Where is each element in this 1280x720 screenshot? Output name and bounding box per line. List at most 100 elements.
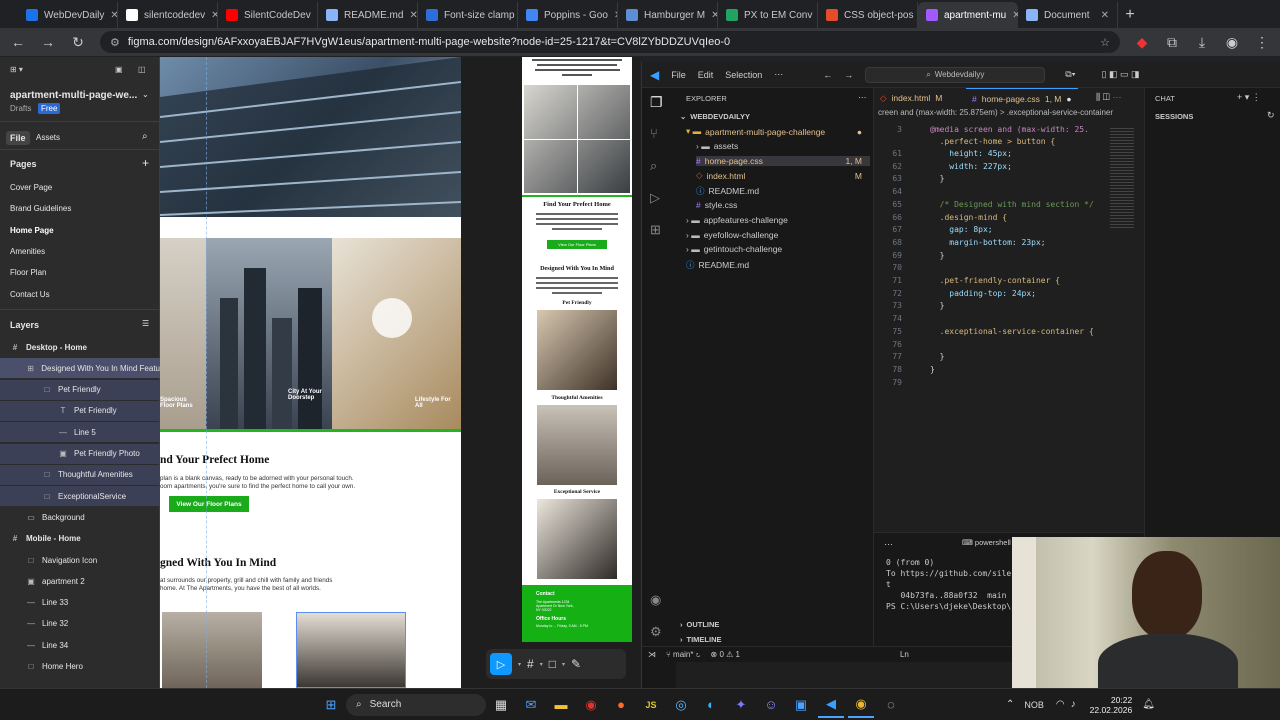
bookmark-star-icon[interactable]: ☆ <box>1100 36 1110 49</box>
browser-tab[interactable]: WebDevDaily✕ <box>18 2 118 28</box>
frame-tool-icon[interactable]: # <box>527 657 534 671</box>
add-page-icon[interactable]: + <box>142 156 149 170</box>
layout-icon[interactable]: ▣ <box>115 65 123 74</box>
file-explorer-icon[interactable]: ▬ <box>548 692 574 718</box>
tree-item[interactable]: ◇index.htmlM <box>696 170 870 181</box>
tree-item[interactable]: › ▬eyefollow-challenge <box>686 230 870 240</box>
nav-forward-icon[interactable]: → <box>844 70 853 80</box>
mobile-floor-button[interactable]: View Our Floor Plans <box>547 240 607 249</box>
browser-tab[interactable]: Hamburger M✕ <box>618 2 718 28</box>
extension-icon[interactable]: ◆ <box>1134 34 1150 51</box>
layer-item[interactable]: □ExceptionalService <box>0 486 160 506</box>
input-language[interactable]: NOB <box>1024 700 1044 710</box>
close-icon[interactable]: ✕ <box>711 10 718 21</box>
chat-title[interactable]: CHAT <box>1155 94 1175 103</box>
unsaved-dot-icon[interactable]: ● <box>1066 94 1071 104</box>
code-line[interactable]: 79 <box>874 377 930 389</box>
code-line[interactable]: 78} <box>874 364 935 376</box>
code-line[interactable]: 69 } <box>874 250 944 262</box>
browser-tab[interactable]: silentcodedev✕ <box>118 2 218 28</box>
code-line[interactable]: 62 width: 227px; <box>874 161 1012 173</box>
page-item[interactable]: Amenities <box>10 247 45 256</box>
code-line[interactable]: 75 .exceptional-service-container { <box>874 326 1094 338</box>
task-view-icon[interactable]: ▦ <box>488 692 514 718</box>
extensions-puzzle-icon[interactable]: ⧉ <box>1164 34 1180 51</box>
code-editor[interactable]: ◇ index.html M # home-page.css 1, M ● ⫼ … <box>874 88 1144 568</box>
page-item[interactable]: Cover Page <box>10 183 52 192</box>
back-icon[interactable]: ← <box>10 34 26 50</box>
source-control-icon[interactable]: ⑂ <box>650 126 658 141</box>
browser-tab[interactable]: apartment-mu✕ <box>918 2 1018 28</box>
sidebar-toggle-icon[interactable]: ◫ <box>138 65 146 74</box>
page-item[interactable]: Brand Guidelines <box>10 204 71 213</box>
problems-status[interactable]: ⊗ 0 ⚠ 1 <box>711 650 740 659</box>
desktop-home-frame[interactable]: Spacious Floor Plans City At Your Doorst… <box>160 57 461 688</box>
code-line[interactable]: 61 height: 45px; <box>874 148 1012 160</box>
copilot-icon[interactable]: ⧉▾ <box>1065 69 1075 80</box>
tree-item[interactable]: › ▬appfeatures-challenge <box>686 215 870 225</box>
browser-tab[interactable]: PX to EM Conv✕ <box>718 2 818 28</box>
discord-icon[interactable]: ☺ <box>758 692 784 718</box>
chrome-icon[interactable]: ◉ <box>848 692 874 718</box>
workspace-title[interactable]: ⌄ WEBDEVDAILYY <box>680 112 750 121</box>
shape-tool-icon[interactable]: □ <box>549 657 556 671</box>
profile-avatar[interactable]: ◉ <box>1224 34 1240 51</box>
terminal-shell-label[interactable]: ⌨ powershell <box>962 538 1011 547</box>
cursor-position[interactable]: Ln <box>900 650 909 659</box>
code-line[interactable]: 65 /* Designed with mind section */ <box>874 199 1094 211</box>
run-debug-icon[interactable]: ▷ <box>650 190 660 206</box>
tree-item[interactable]: ⓘREADME.md <box>696 185 870 197</box>
close-icon[interactable]: ✕ <box>1101 10 1109 21</box>
code-line[interactable]: 74 <box>874 313 930 325</box>
code-line[interactable]: 63 } <box>874 173 944 185</box>
account-icon[interactable]: ◉ <box>650 592 661 608</box>
layer-item[interactable]: □Thoughtful Amenities <box>0 465 160 485</box>
browser-tab[interactable]: README.md✕ <box>318 2 418 28</box>
layer-item[interactable]: □Home Hero <box>0 657 160 677</box>
layer-item[interactable]: ▭Background <box>0 507 160 527</box>
layer-item[interactable]: □Pet Friendly <box>0 380 160 400</box>
browser-tab[interactable]: Poppins - Goo✕ <box>518 2 618 28</box>
teams-icon[interactable]: ✦ <box>728 692 754 718</box>
code-line[interactable]: 67 gap: 8px; <box>874 224 993 236</box>
notification-bell-icon[interactable]: 🔔︎ <box>1142 699 1155 710</box>
obs-icon[interactable]: ◌ <box>878 692 904 718</box>
drafts-label[interactable]: Drafts <box>10 104 31 113</box>
close-icon[interactable]: ✕ <box>211 10 218 21</box>
layer-item[interactable]: ⊞Designed With You In Mind Featu <box>0 358 160 378</box>
js-app-icon[interactable]: JS <box>638 692 664 718</box>
clock[interactable]: 20:22 22.02.2026 <box>1090 695 1133 715</box>
layer-item[interactable]: #Mobile - Home <box>0 529 160 549</box>
app-red-icon[interactable]: ◉ <box>578 692 604 718</box>
download-icon[interactable]: ⤓ <box>1194 34 1210 51</box>
outlook-icon[interactable]: ✉ <box>518 692 544 718</box>
browser-tab[interactable]: Document✕ <box>1018 2 1118 28</box>
menu-selection[interactable]: Selection <box>725 70 762 80</box>
close-icon[interactable]: ✕ <box>110 10 118 21</box>
chevron-down-icon[interactable]: ⌄ <box>142 90 149 99</box>
network-icon[interactable]: ◠ <box>1056 699 1065 710</box>
extensions-icon[interactable]: ⊞ <box>650 222 661 238</box>
explorer-icon[interactable]: ❐ <box>650 94 663 111</box>
tree-item[interactable]: › ▬getintouch-challenge <box>686 244 870 254</box>
layer-item[interactable]: TPet Friendly <box>0 401 160 421</box>
outline-section[interactable]: › OUTLINE <box>680 620 719 629</box>
split-editor-icon[interactable]: ⫼ ◫ ⋯ <box>1096 92 1121 103</box>
edge-icon[interactable]: ◐ <box>698 692 724 718</box>
tab-assets[interactable]: Assets <box>36 133 60 142</box>
start-icon[interactable]: ⊞ <box>318 692 344 718</box>
layout-icon[interactable]: ▯ ◧ ▭ ◨ <box>1102 69 1140 80</box>
nav-back-icon[interactable]: ← <box>823 70 832 80</box>
layer-item[interactable]: —Line 34 <box>0 635 160 655</box>
project-name[interactable]: apartment-multi-page-we... <box>10 90 137 101</box>
code-line[interactable]: 76 <box>874 339 930 351</box>
timeline-section[interactable]: › TIMELINE <box>680 635 722 644</box>
code-line[interactable]: 71 .pet-friendly-container { <box>874 275 1060 287</box>
settings-gear-icon[interactable]: ⚙ <box>650 624 662 640</box>
view-floor-plans-button[interactable]: View Our Floor Plans <box>169 496 249 512</box>
forward-icon[interactable]: → <box>40 34 56 50</box>
move-tool-icon[interactable]: ▷ <box>490 653 512 675</box>
more-actions-icon[interactable]: ⋯ <box>884 539 893 550</box>
figma-canvas[interactable]: Spacious Floor Plans City At Your Doorst… <box>160 57 640 688</box>
command-center-search[interactable]: ⌕ Webdevdailyy <box>865 67 1045 83</box>
